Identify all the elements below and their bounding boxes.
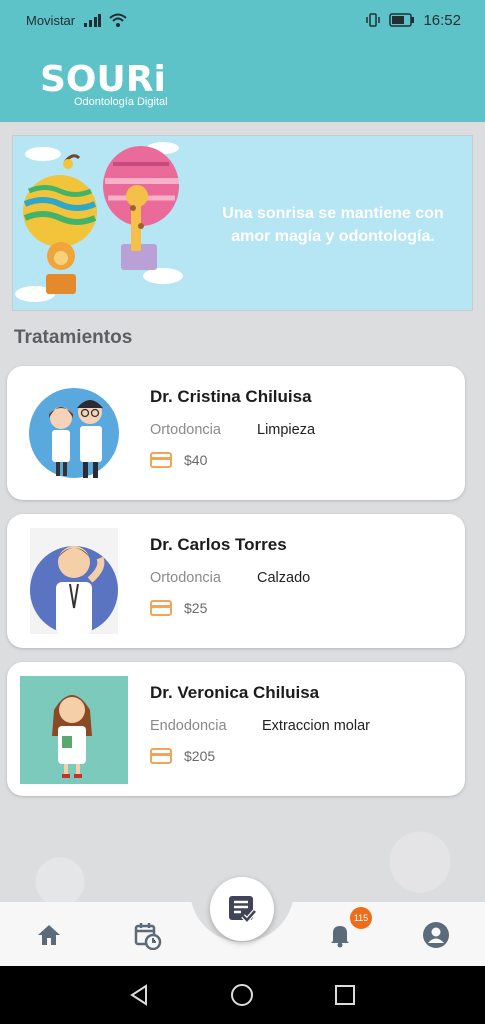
nav-notifications[interactable] [325,920,355,950]
notes-check-icon [229,896,257,924]
status-right: 16:52 [365,12,461,29]
home-icon [38,925,60,945]
nav-profile[interactable] [421,920,451,950]
price-row: $25 [150,600,207,616]
vibrate-icon [366,13,381,27]
doctor-avatar [27,378,133,484]
doctors-illustration [27,378,133,484]
home-circle-icon[interactable] [230,983,254,1007]
doctor-card[interactable]: Dr. Cristina Chiluisa Ortodoncia Limpiez… [7,366,465,500]
doctor-name: Dr. Veronica Chiluisa [150,683,320,702]
treatments-fab[interactable] [210,877,274,941]
doctor-card[interactable]: Dr. Veronica Chiluisa Endodoncia Extracc… [7,662,465,796]
balloons-illustration [15,142,183,302]
notification-badge: 115 [350,907,372,929]
price-row: $40 [150,452,207,468]
doctor-specialty: Endodoncia [150,718,227,734]
doctor-illustration [20,676,128,784]
doctor-price: $40 [184,452,208,468]
doctor-price: $205 [184,748,216,764]
doctor-avatar [20,676,128,784]
section-title: Tratamientos [14,327,133,348]
doctor-treatment: Limpieza [257,422,316,438]
doctor-avatar [30,528,118,634]
system-nav-bar [0,966,485,1024]
doctor-treatment: Calzado [257,570,311,586]
doctor-price: $25 [184,600,208,616]
battery-icon [389,13,415,27]
bell-icon [331,926,349,948]
logo-subtitle: Odontología Digital [74,96,168,108]
status-bar: Movistar 16:52 [0,0,485,40]
recents-icon[interactable] [333,983,357,1007]
app-header: SOURi Odontología Digital [0,40,485,122]
credit-card-icon [150,748,172,764]
doctor-specialty: Ortodoncia [150,422,221,438]
wifi-icon [109,13,127,27]
doctor-card[interactable]: Dr. Carlos Torres Ortodoncia Calzado $25 [7,514,465,648]
back-icon[interactable] [127,983,151,1007]
calendar-clock-icon [134,923,162,951]
credit-card-icon [150,452,172,468]
credit-card-icon [150,600,172,616]
clock: 16:52 [423,11,461,29]
app-logo: SOURi Odontología Digital [40,59,168,109]
nav-home[interactable] [34,920,64,950]
carrier-name: Movistar [26,12,76,28]
doctor-treatment: Extraccion molar [262,718,370,734]
promo-banner[interactable]: Una sonrisa se mantiene con amor magía y… [12,135,473,311]
doctor-illustration [30,528,118,634]
signal-icon [84,14,102,27]
banner-slogan: Una sonrisa se mantiene con amor magía y… [222,205,444,245]
doctor-name: Dr. Cristina Chiluisa [150,387,312,406]
nav-appointments[interactable] [132,920,162,951]
account-icon [423,922,449,948]
doctor-name: Dr. Carlos Torres [150,535,287,554]
doctor-specialty: Ortodoncia [150,570,221,586]
carrier-group: Movistar [26,13,127,28]
logo-wordmark: SOURi [40,59,166,100]
price-row: $205 [150,748,215,764]
